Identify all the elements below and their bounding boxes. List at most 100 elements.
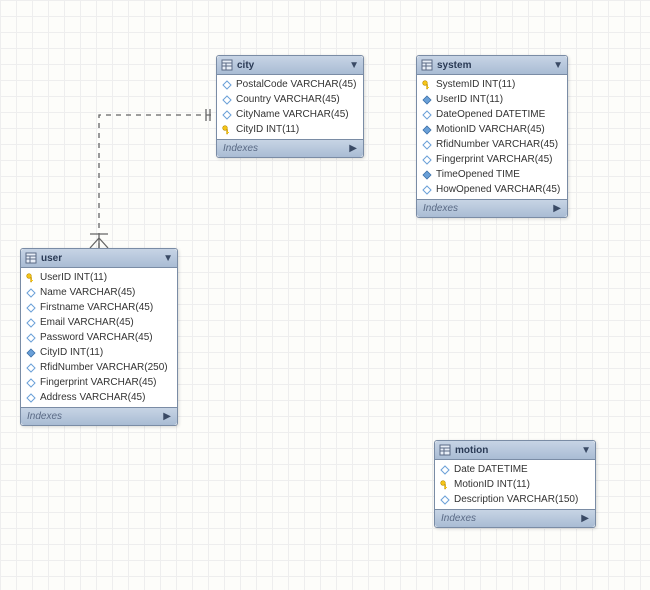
column-row[interactable]: MotionID VARCHAR(45)	[417, 122, 567, 137]
column-label: Email VARCHAR(45)	[40, 317, 134, 328]
collapse-arrow-icon[interactable]: ▼	[553, 60, 563, 71]
column-row[interactable]: Fingerprint VARCHAR(45)	[417, 152, 567, 167]
column-row[interactable]: CityID INT(11)	[217, 122, 363, 137]
column-icon	[26, 288, 36, 298]
expand-arrow-icon[interactable]: ▶	[553, 203, 561, 214]
column-label: HowOpened VARCHAR(45)	[436, 184, 560, 195]
column-row[interactable]: Address VARCHAR(45)	[21, 390, 177, 405]
table-header[interactable]: user ▼	[21, 249, 177, 268]
column-row[interactable]: TimeOpened TIME	[417, 167, 567, 182]
indexes-label: Indexes	[27, 411, 62, 422]
column-icon	[422, 155, 432, 165]
column-row[interactable]: Name VARCHAR(45)	[21, 285, 177, 300]
table-icon	[25, 252, 37, 264]
column-row[interactable]: Email VARCHAR(45)	[21, 315, 177, 330]
column-label: Password VARCHAR(45)	[40, 332, 153, 343]
column-label: Address VARCHAR(45)	[40, 392, 145, 403]
column-label: Name VARCHAR(45)	[40, 287, 135, 298]
indexes-section[interactable]: Indexes ▶	[217, 139, 363, 157]
diagram-canvas: user ▼ UserID INT(11) Name VARCHAR(45) First…	[0, 0, 650, 590]
column-row[interactable]: MotionID INT(11)	[435, 477, 595, 492]
column-icon	[26, 378, 36, 388]
column-icon	[222, 110, 232, 120]
table-icon	[221, 59, 233, 71]
column-row[interactable]: RfidNumber VARCHAR(250)	[21, 360, 177, 375]
foreign-key-icon	[422, 95, 432, 105]
column-icon	[440, 465, 450, 475]
column-row[interactable]: PostalCode VARCHAR(45)	[217, 77, 363, 92]
column-row[interactable]: SystemID INT(11)	[417, 77, 567, 92]
column-label: SystemID INT(11)	[436, 79, 515, 90]
column-label: Fingerprint VARCHAR(45)	[436, 154, 553, 165]
column-label: DateOpened DATETIME	[436, 109, 545, 120]
column-row[interactable]: Password VARCHAR(45)	[21, 330, 177, 345]
table-title: city	[237, 60, 345, 71]
column-label: MotionID INT(11)	[454, 479, 530, 490]
indexes-label: Indexes	[223, 143, 258, 154]
column-icon	[26, 363, 36, 373]
expand-arrow-icon[interactable]: ▶	[581, 513, 589, 524]
column-label: Date DATETIME	[454, 464, 528, 475]
foreign-key-icon	[422, 125, 432, 135]
table-user[interactable]: user ▼ UserID INT(11) Name VARCHAR(45) First…	[20, 248, 178, 426]
indexes-section[interactable]: Indexes ▶	[417, 199, 567, 217]
indexes-label: Indexes	[423, 203, 458, 214]
column-icon	[440, 495, 450, 505]
primary-key-icon	[440, 480, 450, 490]
column-row[interactable]: UserID INT(11)	[417, 92, 567, 107]
table-motion[interactable]: motion ▼ Date DATETIME MotionID INT(11) Desc…	[434, 440, 596, 528]
collapse-arrow-icon[interactable]: ▼	[349, 60, 359, 71]
column-icon	[26, 393, 36, 403]
foreign-key-icon	[422, 170, 432, 180]
column-row[interactable]: Fingerprint VARCHAR(45)	[21, 375, 177, 390]
table-city[interactable]: city ▼ PostalCode VARCHAR(45) Country VARCH…	[216, 55, 364, 158]
column-icon	[422, 185, 432, 195]
table-header[interactable]: system ▼	[417, 56, 567, 75]
column-icon	[422, 140, 432, 150]
column-row[interactable]: CityName VARCHAR(45)	[217, 107, 363, 122]
indexes-section[interactable]: Indexes▶	[435, 509, 595, 527]
column-row[interactable]: Description VARCHAR(150)	[435, 492, 595, 507]
column-label: CityName VARCHAR(45)	[236, 109, 349, 120]
table-header[interactable]: motion ▼	[435, 441, 595, 460]
table-body: SystemID INT(11) UserID INT(11) DateOpened…	[417, 75, 567, 199]
column-label: Description VARCHAR(150)	[454, 494, 578, 505]
column-row[interactable]: HowOpened VARCHAR(45)	[417, 182, 567, 197]
column-label: CityID INT(11)	[236, 124, 299, 135]
column-label: UserID INT(11)	[40, 272, 107, 283]
column-row[interactable]: Firstname VARCHAR(45)	[21, 300, 177, 315]
column-label: Country VARCHAR(45)	[236, 94, 340, 105]
column-label: Fingerprint VARCHAR(45)	[40, 377, 157, 388]
table-title: system	[437, 60, 549, 71]
table-header[interactable]: city ▼	[217, 56, 363, 75]
column-icon	[222, 80, 232, 90]
primary-key-icon	[422, 80, 432, 90]
table-body: Date DATETIME MotionID INT(11) Description…	[435, 460, 595, 509]
indexes-section[interactable]: Indexes ▶	[21, 407, 177, 425]
table-icon	[421, 59, 433, 71]
column-row[interactable]: RfidNumber VARCHAR(45)	[417, 137, 567, 152]
column-row[interactable]: DateOpened DATETIME	[417, 107, 567, 122]
column-row[interactable]: UserID INT(11)	[21, 270, 177, 285]
collapse-arrow-icon[interactable]: ▼	[163, 253, 173, 264]
table-system[interactable]: system ▼ SystemID INT(11) UserID INT(11) Dat…	[416, 55, 568, 218]
column-row[interactable]: Country VARCHAR(45)	[217, 92, 363, 107]
expand-arrow-icon[interactable]: ▶	[349, 143, 357, 154]
column-label: CityID INT(11)	[40, 347, 103, 358]
column-label: UserID INT(11)	[436, 94, 503, 105]
foreign-key-icon	[26, 348, 36, 358]
expand-arrow-icon[interactable]: ▶	[163, 411, 171, 422]
table-title: user	[41, 253, 159, 264]
column-row[interactable]: Date DATETIME	[435, 462, 595, 477]
primary-key-icon	[222, 125, 232, 135]
column-icon	[422, 110, 432, 120]
column-row[interactable]: CityID INT(11)	[21, 345, 177, 360]
column-icon	[26, 318, 36, 328]
table-title: motion	[455, 445, 577, 456]
column-label: TimeOpened TIME	[436, 169, 520, 180]
column-icon	[26, 333, 36, 343]
table-body: UserID INT(11) Name VARCHAR(45) Firstname …	[21, 268, 177, 407]
column-icon	[222, 95, 232, 105]
collapse-arrow-icon[interactable]: ▼	[581, 445, 591, 456]
column-icon	[26, 303, 36, 313]
